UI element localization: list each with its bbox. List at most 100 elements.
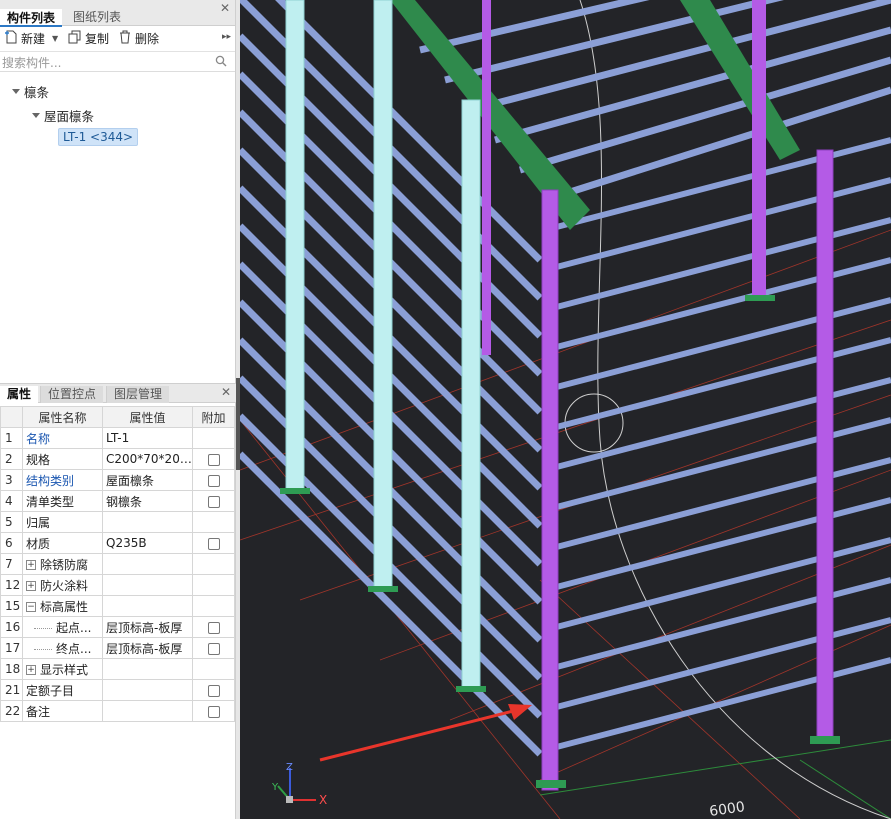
property-name: 定额子目: [26, 683, 75, 698]
row-number: 18: [0, 658, 23, 680]
3d-viewport[interactable]: Z Y X 6000: [240, 0, 891, 819]
attach-cell: [192, 658, 235, 680]
expand-icon[interactable]: +: [26, 665, 36, 675]
attach-cell: [192, 637, 235, 659]
table-row[interactable]: 2 规格 C200*70*20*...: [0, 448, 235, 470]
attach-checkbox[interactable]: [207, 621, 220, 634]
attach-checkbox[interactable]: [207, 642, 220, 655]
property-name: 名称: [26, 431, 51, 446]
search-box[interactable]: 搜索构件...: [0, 52, 235, 72]
attach-checkbox[interactable]: [207, 495, 220, 508]
property-name: 材质: [26, 536, 51, 551]
table-row[interactable]: 22 备注: [0, 700, 235, 722]
tree-node-purlin[interactable]: 檩条: [12, 82, 49, 101]
copy-button[interactable]: 复制: [68, 30, 109, 48]
column-cyan: [285, 0, 305, 493]
close-icon[interactable]: ✕: [220, 386, 232, 398]
dropdown-arrow-icon[interactable]: ▼: [52, 30, 58, 48]
tab-drawing-list[interactable]: 图纸列表: [66, 8, 128, 26]
left-panel: 构件列表 图纸列表 ✕ 新建 ▼ 复制 删除 ▸▸ 搜索构件... 檩条 屋面檩…: [0, 0, 236, 819]
tree-connector: [34, 627, 52, 629]
purlin-bar: [544, 497, 891, 593]
attach-cell: [192, 595, 235, 617]
purlin-bar: [544, 257, 891, 353]
copy-icon: [68, 30, 82, 49]
property-value[interactable]: [102, 679, 193, 701]
property-name: 显示样式: [40, 662, 89, 677]
purlin-group: [240, 0, 891, 757]
attach-checkbox[interactable]: [207, 474, 220, 487]
attach-checkbox[interactable]: [207, 537, 220, 550]
collapse-icon[interactable]: −: [26, 602, 36, 612]
property-table: 属性名称 属性值 附加 1 名称 LT-1 2 规格 C200*70*20*... 3 结构类…: [0, 406, 235, 722]
property-value[interactable]: [102, 658, 193, 680]
model-canvas[interactable]: Z Y X 6000: [240, 0, 891, 819]
table-row[interactable]: 4 清单类型 钢檩条: [0, 490, 235, 512]
expand-icon[interactable]: [12, 89, 20, 94]
tab-position-control[interactable]: 位置控点: [40, 386, 104, 403]
row-number: 15: [0, 595, 23, 617]
expand-icon[interactable]: [32, 113, 40, 118]
table-row[interactable]: 5 归属: [0, 511, 235, 533]
property-name-cell: 备注: [22, 700, 103, 722]
property-value[interactable]: LT-1: [102, 427, 193, 449]
property-name-cell: + 显示样式: [22, 658, 103, 680]
table-row[interactable]: 17 终点... 层顶标高-板厚: [0, 637, 235, 659]
tab-properties[interactable]: 属性: [0, 386, 39, 403]
property-value[interactable]: 钢檩条: [102, 490, 193, 512]
property-value[interactable]: [102, 574, 193, 596]
tree-item-lt1[interactable]: LT-1 <344>: [58, 128, 139, 146]
component-tree: 檩条 屋面檩条 LT-1 <344>: [0, 72, 235, 392]
column-purple: [541, 189, 559, 791]
property-value[interactable]: 层顶标高-板厚: [102, 616, 193, 638]
table-row[interactable]: 12 + 防火涂料: [0, 574, 235, 596]
purlin-bar: [544, 177, 891, 273]
trash-icon: [118, 30, 132, 49]
property-name: 规格: [26, 452, 51, 467]
tree-item-label: LT-1 <344>: [58, 128, 139, 146]
more-icon[interactable]: ▸▸: [222, 32, 231, 42]
attach-checkbox[interactable]: [207, 453, 220, 466]
table-row[interactable]: 6 材质 Q235B: [0, 532, 235, 554]
tree-node-roof-purlin[interactable]: 屋面檩条: [32, 106, 94, 125]
table-row[interactable]: 15− 标高属性: [0, 595, 235, 617]
table-row[interactable]: 7 + 除锈防腐: [0, 553, 235, 575]
property-value[interactable]: [102, 511, 193, 533]
tab-layer-management[interactable]: 图层管理: [106, 386, 170, 403]
property-value[interactable]: Q235B: [102, 532, 193, 554]
search-icon[interactable]: [215, 55, 227, 70]
row-number: 3: [0, 469, 23, 491]
purlin-bar: [544, 617, 891, 713]
table-row[interactable]: 16 起点... 层顶标高-板厚: [0, 616, 235, 638]
table-row[interactable]: 3 结构类别 屋面檩条: [0, 469, 235, 491]
copy-label: 复制: [85, 32, 110, 46]
expand-icon[interactable]: +: [26, 560, 36, 570]
annotation-arrow: [319, 706, 526, 762]
search-input[interactable]: 搜索构件...: [2, 54, 61, 71]
property-value[interactable]: [102, 595, 193, 617]
property-name-cell: 名称: [22, 427, 103, 449]
property-value[interactable]: 层顶标高-板厚: [102, 637, 193, 659]
attach-cell: [192, 616, 235, 638]
property-value[interactable]: [102, 553, 193, 575]
property-value[interactable]: [102, 700, 193, 722]
property-name-cell: + 防火涂料: [22, 574, 103, 596]
attach-checkbox[interactable]: [207, 684, 220, 697]
table-row[interactable]: 18 + 显示样式: [0, 658, 235, 680]
axis-z-label: Z: [286, 762, 293, 773]
property-value[interactable]: C200*70*20*...: [102, 448, 193, 470]
arrow-head: [508, 704, 532, 720]
property-name: 备注: [26, 704, 51, 719]
delete-button[interactable]: 删除: [118, 30, 159, 48]
new-button[interactable]: 新建 ▼: [4, 30, 58, 48]
tab-component-list[interactable]: 构件列表: [0, 9, 63, 27]
component-tabbar: 构件列表 图纸列表 ✕: [0, 0, 235, 27]
table-row[interactable]: 21 定额子目: [0, 679, 235, 701]
expand-icon[interactable]: +: [26, 581, 36, 591]
property-name-cell: + 除锈防腐: [22, 553, 103, 575]
attach-checkbox[interactable]: [207, 705, 220, 718]
property-name: 防火涂料: [40, 578, 89, 593]
property-value[interactable]: 屋面檩条: [102, 469, 193, 491]
close-icon[interactable]: ✕: [219, 2, 231, 14]
table-row[interactable]: 1 名称 LT-1: [0, 427, 235, 449]
